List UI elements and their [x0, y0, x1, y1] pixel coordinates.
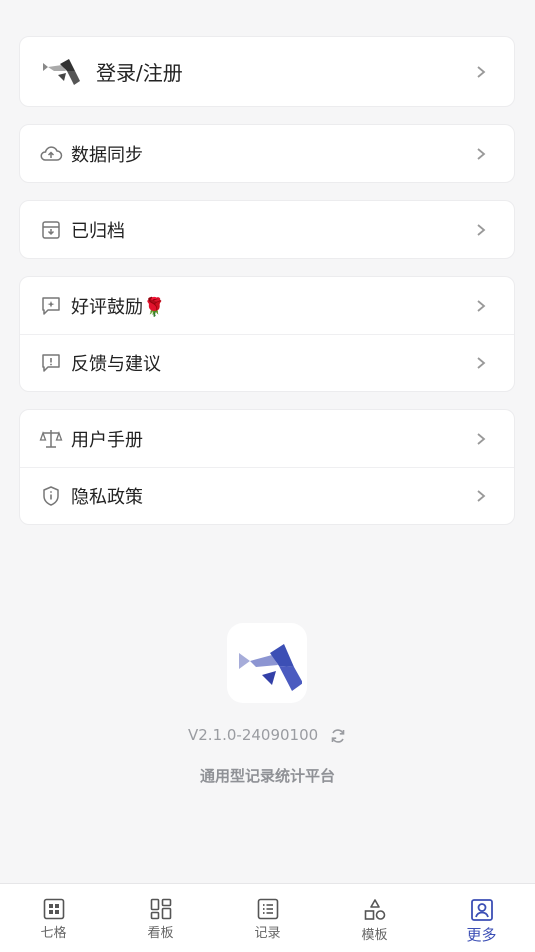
chevron-right-icon [477, 357, 486, 369]
feedback-label: 反馈与建议 [71, 354, 161, 375]
tab-label: 记录 [254, 926, 281, 941]
tab-records[interactable]: 记录 [214, 884, 321, 952]
privacy-policy-row[interactable]: 隐私政策 [20, 467, 514, 524]
dashboard-icon [150, 898, 171, 920]
profile-icon [470, 899, 493, 921]
refresh-icon[interactable] [329, 727, 347, 745]
chevron-right-icon [477, 147, 486, 160]
archived-label: 已归档 [71, 220, 125, 242]
login-card: 登录/注册 [19, 36, 515, 107]
tab-more[interactable]: 更多 [428, 884, 535, 952]
shield-info-icon [39, 484, 63, 508]
list-icon [257, 898, 278, 920]
rate-row[interactable]: 好评鼓励🌹 [20, 277, 514, 334]
version-text: V2.1.0-24090100 [188, 726, 319, 744]
sync-card: 数据同步 [19, 124, 515, 183]
archive-box-icon [39, 218, 63, 242]
feedback-row[interactable]: 反馈与建议 [20, 334, 514, 391]
archived-row[interactable]: 已归档 [20, 201, 514, 258]
data-sync-row[interactable]: 数据同步 [20, 125, 514, 182]
chevron-right-icon [477, 65, 486, 78]
chevron-right-icon [477, 490, 486, 502]
tab-dashboard[interactable]: 看板 [107, 884, 214, 952]
platform-tagline: 通用型记录统计平台 [199, 767, 335, 785]
tab-label: 模板 [361, 928, 388, 943]
chat-star-icon [39, 294, 63, 318]
chevron-right-icon [477, 299, 486, 312]
tab-label: 看板 [147, 926, 174, 941]
login-register-label: 登录/注册 [96, 61, 183, 85]
tab-label: 更多 [466, 926, 497, 944]
archived-card: 已归档 [19, 200, 515, 259]
login-register-row[interactable]: 登录/注册 [20, 37, 514, 106]
chevron-right-icon [477, 432, 486, 445]
tab-qige[interactable]: 七格 [0, 884, 107, 952]
grid-icon [43, 898, 64, 920]
shapes-icon [364, 899, 385, 920]
fish-logo-icon [42, 57, 82, 87]
tab-templates[interactable]: 模板 [321, 884, 428, 952]
app-fish-icon [239, 644, 302, 691]
data-sync-label: 数据同步 [71, 144, 143, 166]
info-card: 用户手册 隐私政策 [19, 409, 515, 525]
scale-icon [39, 427, 63, 451]
user-manual-label: 用户手册 [71, 429, 143, 451]
app-logo [227, 623, 307, 703]
chevron-right-icon [477, 223, 486, 236]
version-line: V2.1.0-24090100 [0, 726, 535, 745]
feedback-card: 好评鼓励🌹 反馈与建议 [19, 276, 515, 392]
cloud-upload-icon [39, 142, 63, 166]
user-manual-row[interactable]: 用户手册 [20, 410, 514, 467]
rate-label: 好评鼓励🌹 [71, 296, 166, 318]
tab-label: 七格 [40, 926, 67, 941]
bottom-tab-bar: 七格 看板 记录 模板 更多 [0, 883, 535, 952]
chat-alert-icon [39, 351, 63, 375]
privacy-policy-label: 隐私政策 [71, 487, 143, 508]
